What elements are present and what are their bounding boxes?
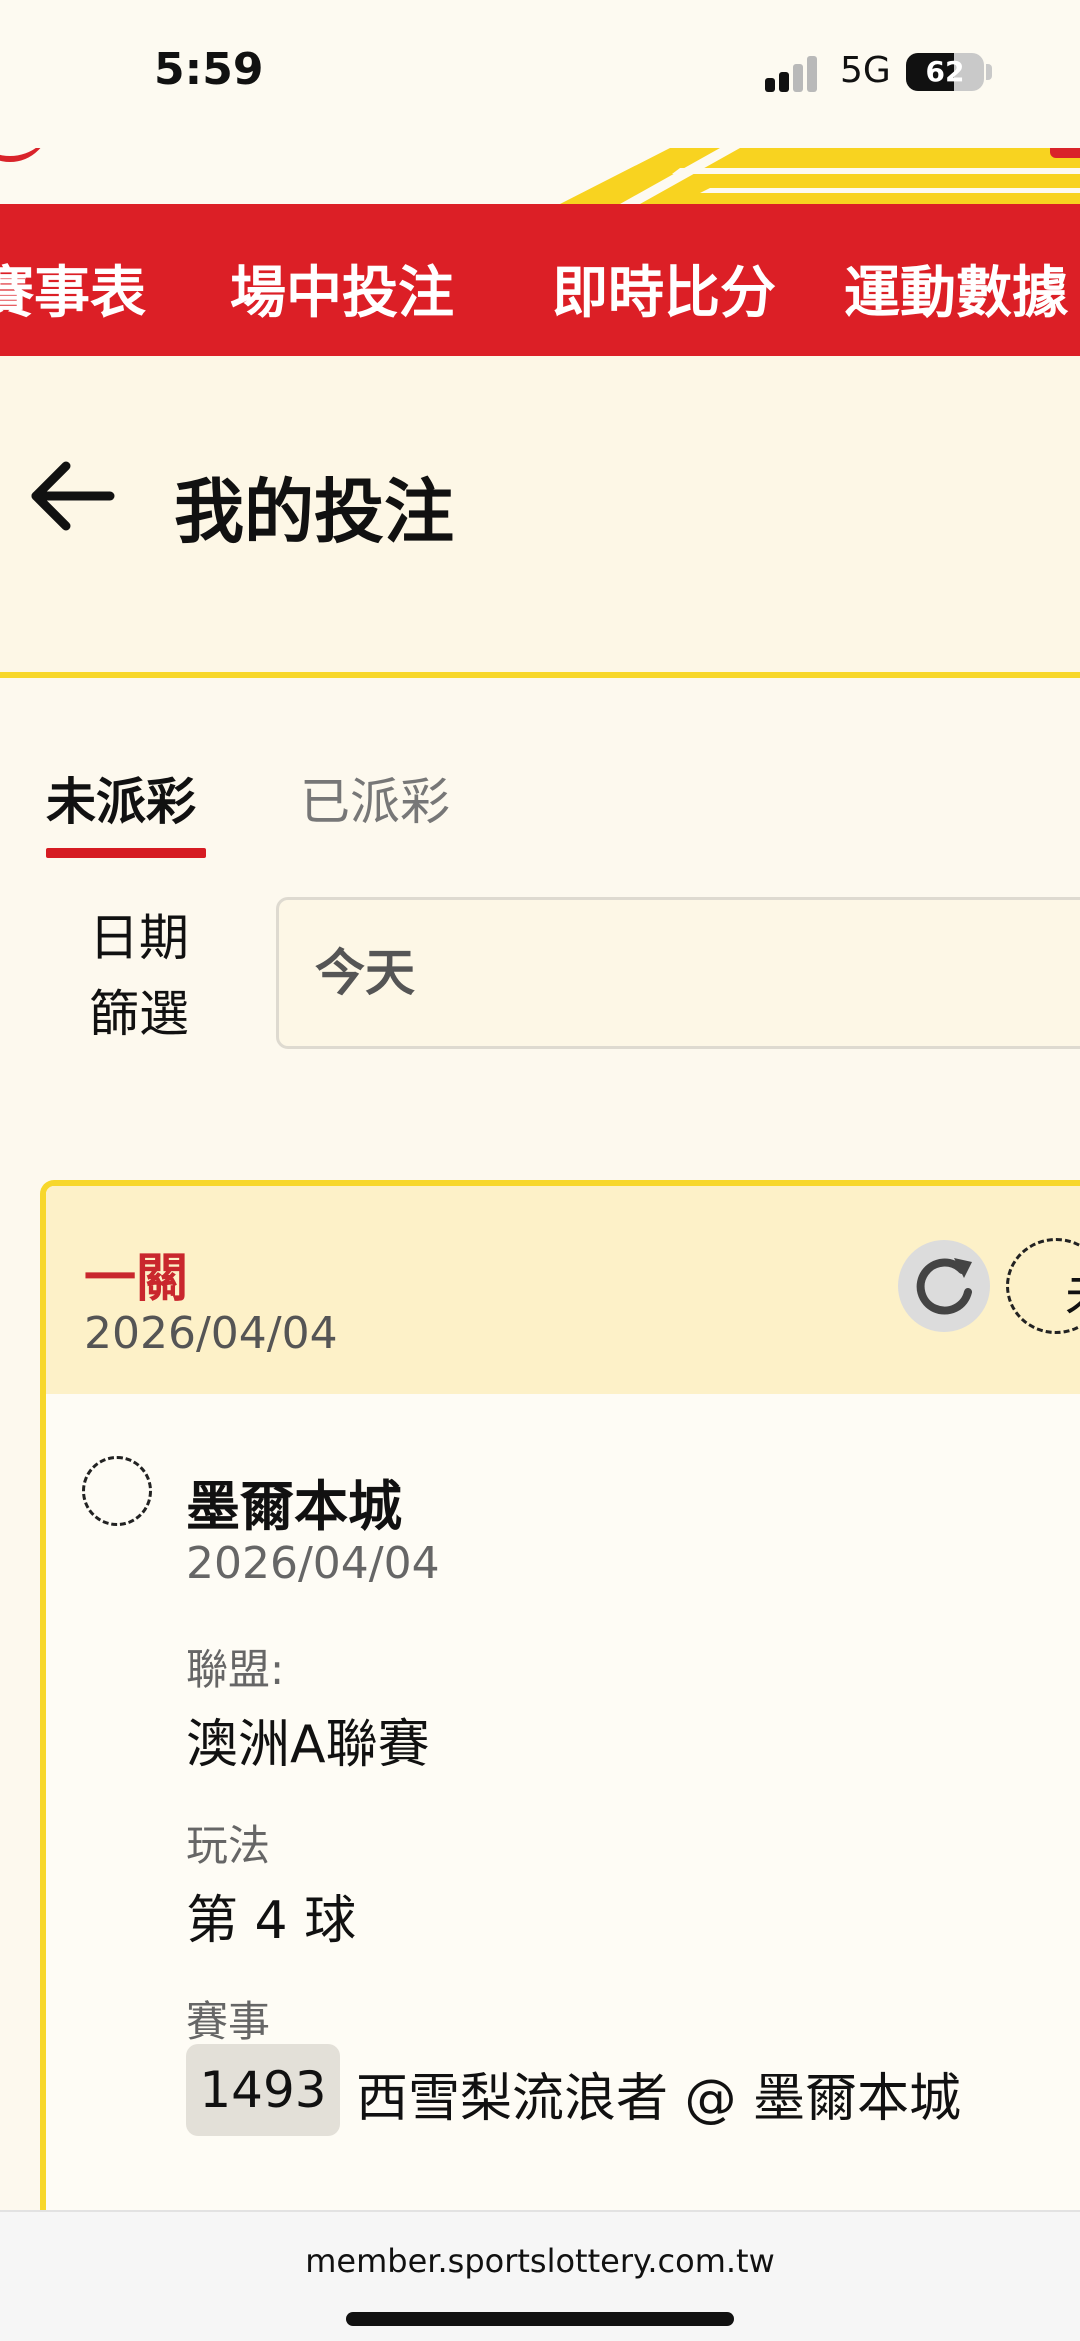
date-filter-label-line2: 篩選 bbox=[89, 985, 189, 1043]
match-number-badge: 1493 bbox=[186, 2044, 340, 2136]
nav-item-schedule[interactable]: 賽事表 bbox=[0, 248, 146, 329]
selection-team: 墨爾本城 bbox=[186, 1475, 402, 1538]
bet-date: 2026/04/04 bbox=[84, 1308, 338, 1359]
page-title: 我的投注 bbox=[174, 471, 454, 553]
status-time: 5:59 bbox=[154, 44, 264, 95]
bet-status-text: 未 bbox=[1065, 1255, 1080, 1327]
bet-status-tabs: 未派彩 已派彩 bbox=[0, 684, 1080, 864]
header-red-corner bbox=[1050, 148, 1080, 158]
home-indicator[interactable] bbox=[346, 2312, 734, 2326]
battery-icon: 62 bbox=[906, 53, 984, 91]
battery-level: 62 bbox=[925, 55, 965, 88]
date-filter-select[interactable]: 今天 bbox=[276, 897, 1080, 1049]
header-band bbox=[0, 148, 1080, 204]
selection-date: 2026/04/04 bbox=[186, 1538, 440, 1589]
url-bar[interactable]: member.sportslottery.com.tw bbox=[0, 2242, 1080, 2280]
tab-settled[interactable]: 已派彩 bbox=[300, 762, 450, 834]
tab-unsettled[interactable]: 未派彩 bbox=[46, 762, 196, 834]
league-label: 聯盟: bbox=[186, 1645, 285, 1694]
league-value: 澳洲A聯賽 bbox=[186, 1715, 430, 1775]
cellular-signal-icon bbox=[765, 56, 825, 92]
play-label: 玩法 bbox=[186, 1821, 271, 1870]
nav-item-sports-data[interactable]: 運動數據 bbox=[844, 248, 1068, 329]
network-type: 5G bbox=[840, 50, 891, 91]
browser-bottom-bar: member.sportslottery.com.tw bbox=[0, 2210, 1080, 2341]
refresh-button[interactable] bbox=[898, 1240, 990, 1332]
main-nav: 賽事表 場中投注 即時比分 運動數據 bbox=[0, 204, 1080, 356]
nav-item-live-score[interactable]: 即時比分 bbox=[552, 248, 776, 329]
date-filter-label: 日期 篩選 bbox=[84, 900, 194, 1052]
battery-tip bbox=[986, 64, 992, 80]
match-label: 賽事 bbox=[186, 1997, 271, 2046]
back-button[interactable] bbox=[26, 456, 122, 536]
logo-arc bbox=[0, 148, 50, 162]
decorative-stripes bbox=[560, 148, 1080, 204]
active-tab-indicator bbox=[46, 848, 206, 858]
page-header: 我的投注 bbox=[0, 356, 1080, 678]
match-name: 西雪梨流浪者 @ 墨爾本城 bbox=[356, 2069, 962, 2129]
selection-status-icon bbox=[82, 1456, 152, 1526]
play-value: 第 4 球 bbox=[186, 1891, 357, 1951]
bet-type: 一關 bbox=[84, 1249, 189, 1309]
bet-status-badge: 未 bbox=[1006, 1238, 1080, 1334]
date-filter-label-line1: 日期 bbox=[89, 909, 189, 967]
arrow-left-icon bbox=[31, 461, 115, 531]
status-bar: 5:59 5G 62 bbox=[0, 0, 1080, 148]
bet-card: 一關 2026/04/04 未 墨爾本城 2026/04/04 聯盟: 澳洲A聯… bbox=[40, 1180, 1080, 2240]
bet-card-header: 一關 2026/04/04 未 bbox=[46, 1186, 1080, 1394]
refresh-icon bbox=[916, 1258, 972, 1315]
nav-item-live-betting[interactable]: 場中投注 bbox=[230, 248, 454, 329]
